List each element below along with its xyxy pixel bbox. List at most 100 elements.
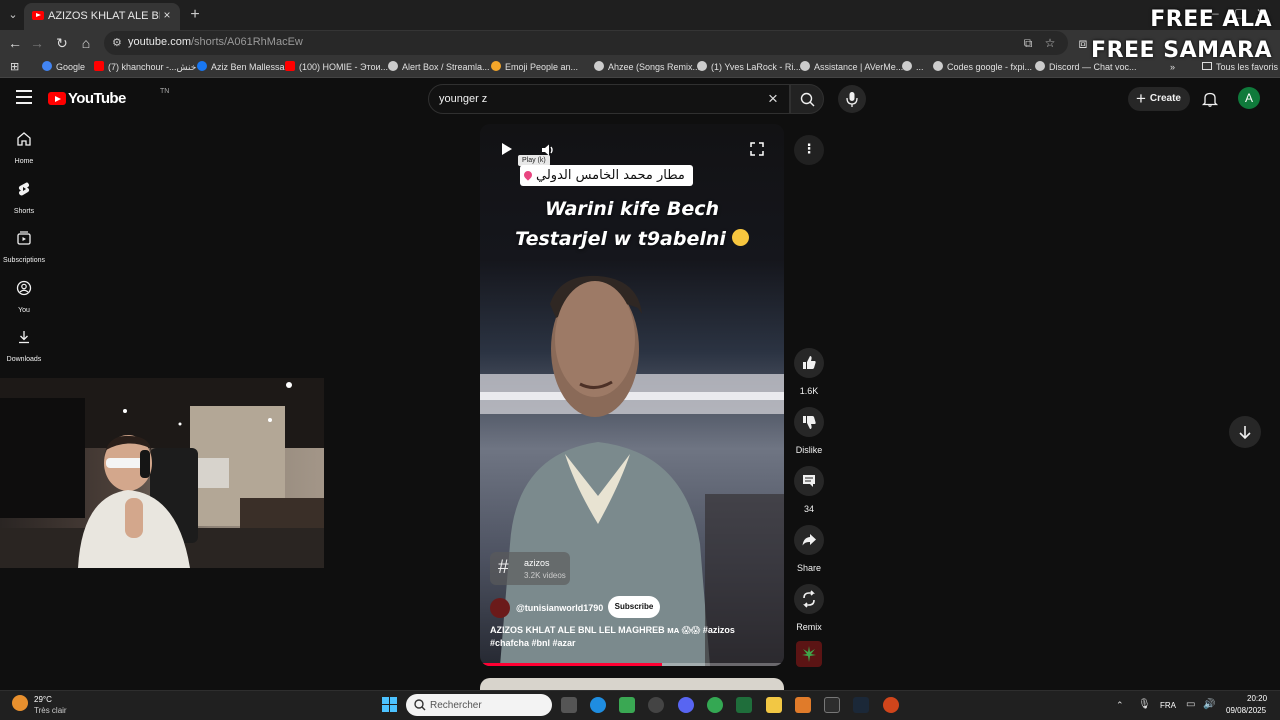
back-icon[interactable]: ← xyxy=(6,34,24,52)
apps-icon[interactable]: ⊞ xyxy=(10,60,19,74)
guide-item-shorts[interactable]: Shorts xyxy=(0,180,48,218)
clock-time[interactable]: 20:20 xyxy=(1247,694,1267,703)
globe-icon xyxy=(594,61,604,71)
windows-logo-tile xyxy=(390,705,397,712)
logo-text: YouTube xyxy=(68,90,126,107)
shorts-player[interactable]: Play (k) مطار محمد الخامس الدولي Warini … xyxy=(480,124,784,666)
notifications-icon[interactable] xyxy=(1201,90,1219,108)
progress-bar[interactable] xyxy=(480,663,784,666)
globe-icon xyxy=(800,61,810,71)
webcam-image xyxy=(0,378,324,568)
microphone-icon[interactable]: 🎙 xyxy=(1138,699,1151,710)
app-icon[interactable] xyxy=(736,697,752,713)
site-info-icon[interactable]: ⚙ xyxy=(112,36,124,50)
bookmark-yves[interactable]: (1) Yves LaRock - Ri... xyxy=(697,60,801,74)
video-title[interactable]: AZIZOS KHLAT ALE BNL LEL MAGHREB ᴍᴀ 😱😱 #… xyxy=(490,624,772,650)
forward-icon[interactable]: → xyxy=(28,34,46,52)
bookmark-homie[interactable]: (100) HOMIE - Этои... xyxy=(285,60,388,74)
new-tab-button[interactable]: + xyxy=(186,6,204,24)
bookmark-khanchour[interactable]: (7) khanchour -...خنش xyxy=(94,60,196,74)
menu-icon[interactable] xyxy=(16,90,32,104)
play-button[interactable] xyxy=(500,142,514,156)
dislike-button[interactable]: Dislike xyxy=(790,407,828,455)
app-icon[interactable] xyxy=(648,697,664,713)
bookmark-ahzee[interactable]: Ahzee (Songs Remix... xyxy=(594,60,700,74)
caption-arabic: مطار محمد الخامس الدولي xyxy=(536,168,685,183)
caption-line-1: Warini kife Bech xyxy=(544,198,720,220)
bookmark-misc[interactable]: ... xyxy=(902,60,924,74)
share-button[interactable]: Share xyxy=(790,525,828,573)
search-button[interactable] xyxy=(790,84,824,114)
reload-icon[interactable]: ↻ xyxy=(53,34,71,52)
youtube-logo[interactable]: YouTube TN xyxy=(48,88,169,109)
youtube-icon xyxy=(94,61,104,71)
start-button[interactable] xyxy=(382,697,398,713)
audio-thumbnail[interactable] xyxy=(796,641,822,667)
volume-button[interactable] xyxy=(540,142,556,158)
chrome-icon[interactable] xyxy=(707,697,723,713)
tab-close-icon[interactable]: × xyxy=(160,8,174,22)
guide-item-downloads[interactable]: Downloads xyxy=(0,328,48,366)
download-icon xyxy=(19,331,29,344)
bookmark-aziz[interactable]: Aziz Ben Mallessa xyxy=(197,60,285,74)
tray-chevron-icon[interactable]: ⌃ xyxy=(1116,700,1124,711)
globe-icon xyxy=(697,61,707,71)
file-explorer-icon[interactable] xyxy=(766,697,782,713)
active-tab[interactable]: AZIZOS KHLAT ALE BNL LEL MAGHREB × xyxy=(24,3,180,30)
subscribe-button[interactable]: Subscribe xyxy=(608,596,660,618)
weather-description[interactable]: Très clair xyxy=(34,706,67,715)
fullscreen-button[interactable] xyxy=(750,142,764,156)
app-icon[interactable] xyxy=(883,697,899,713)
dislike-label: Dislike xyxy=(795,445,823,455)
tab-search-icon[interactable]: ⌄ xyxy=(4,6,22,24)
edge-icon[interactable] xyxy=(590,697,606,713)
bookmark-assistance[interactable]: Assistance | AVerMe... xyxy=(800,60,903,74)
youtube-favicon-icon xyxy=(32,11,44,20)
hashtag-name: azizos xyxy=(524,558,550,568)
install-app-icon[interactable]: ⧉ xyxy=(1020,35,1036,51)
address-bar[interactable]: ⚙ youtube.com/shorts/A061RhMacEw ⧉ ☆ xyxy=(104,31,1068,55)
store-icon[interactable] xyxy=(619,697,635,713)
next-short-button[interactable] xyxy=(1229,416,1261,448)
bookmark-alertbox[interactable]: Alert Box / Streamla... xyxy=(388,60,490,74)
guide-item-subscriptions[interactable]: Subscriptions xyxy=(0,229,48,267)
app-icon[interactable] xyxy=(795,697,811,713)
discord-icon[interactable] xyxy=(678,697,694,713)
network-icon[interactable]: ▭ xyxy=(1186,699,1195,710)
share-circle xyxy=(794,525,824,555)
channel-avatar[interactable] xyxy=(490,598,510,618)
comments-button[interactable]: 34 xyxy=(790,466,828,514)
input-language[interactable]: FRA xyxy=(1160,701,1176,710)
url-text[interactable]: youtube.com/shorts/A061RhMacEw xyxy=(128,36,303,48)
create-button[interactable]: + Create xyxy=(1128,87,1190,111)
channel-name[interactable]: @tunisianworld1790 xyxy=(516,603,603,613)
clock-date[interactable]: 09/08/2025 xyxy=(1226,706,1266,715)
guide-item-home[interactable]: Home xyxy=(0,130,48,168)
bookmark-codes[interactable]: Codes google - fxpi... xyxy=(933,60,1032,74)
more-options-button[interactable]: ⋮ xyxy=(794,135,824,165)
guide-item-you[interactable]: You xyxy=(0,279,48,317)
create-label: Create xyxy=(1149,93,1181,104)
bookmark-google[interactable]: Google xyxy=(42,60,85,74)
remix-button[interactable]: Remix xyxy=(790,584,828,632)
steam-icon[interactable] xyxy=(853,697,869,713)
weather-icon[interactable] xyxy=(12,695,28,711)
task-view-icon[interactable] xyxy=(561,697,577,713)
voice-search-button[interactable] xyxy=(838,85,866,113)
windows-taskbar: 29°C Très clair Rechercher ⌃ 🎙 FRA ▭ 🔊 2… xyxy=(0,690,1280,720)
home-icon[interactable]: ⌂ xyxy=(77,34,95,52)
next-short-preview[interactable] xyxy=(480,678,784,690)
clear-search-icon[interactable]: × xyxy=(765,90,781,107)
volume-icon[interactable]: 🔊 xyxy=(1203,699,1215,710)
bookmark-star-icon[interactable]: ☆ xyxy=(1042,35,1058,51)
bookmark-emoji[interactable]: Emoji People an... xyxy=(491,60,578,74)
hashtag-chip[interactable]: # azizos 3.2K videos xyxy=(490,552,570,585)
account-avatar[interactable]: A xyxy=(1238,87,1260,109)
app-icon[interactable] xyxy=(824,697,840,713)
taskbar-search[interactable]: Rechercher xyxy=(406,694,552,716)
weather-temperature[interactable]: 29°C xyxy=(34,695,52,704)
windows-logo-tile xyxy=(390,697,397,704)
search-input[interactable]: younger z × xyxy=(428,84,790,114)
search-icon xyxy=(800,92,815,107)
like-button[interactable]: 1.6K xyxy=(790,348,828,396)
